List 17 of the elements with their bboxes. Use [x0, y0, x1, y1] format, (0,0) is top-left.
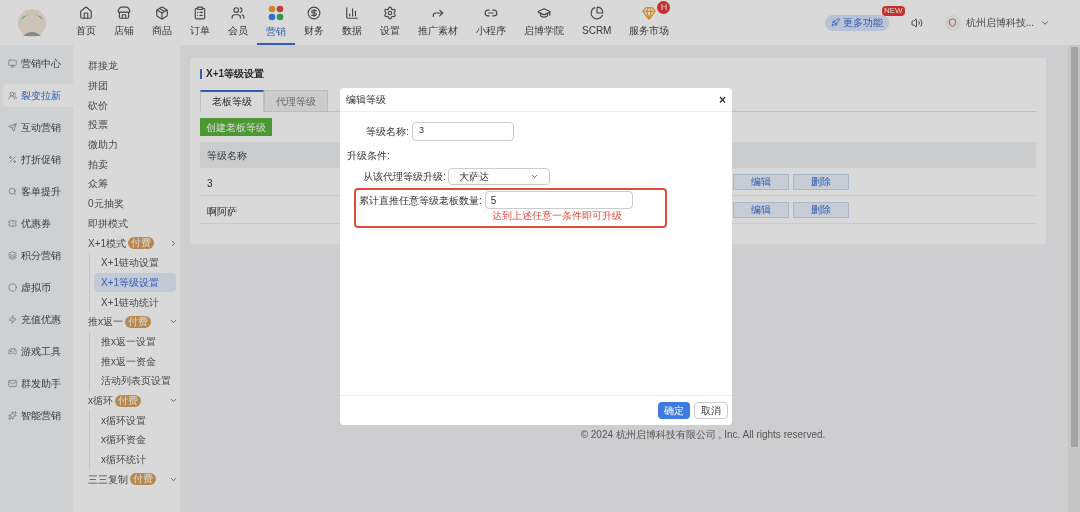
notification-badge: H — [657, 1, 671, 14]
column-header: 等级名称 — [207, 148, 247, 163]
table-cell: 3 — [207, 177, 213, 189]
paid-tag: 付费 — [128, 237, 155, 250]
paid-tag: 付费 — [130, 473, 156, 486]
field-label: 等级名称: — [365, 124, 410, 139]
dialog-title: 编辑等级 — [346, 93, 386, 107]
paid-tag: 付费 — [125, 315, 151, 328]
hint-text: 达到上述任意一条件即可升级 — [492, 210, 622, 222]
field-label: 从该代理等级升级: — [362, 169, 447, 184]
section-label: 升级条件: — [347, 149, 391, 163]
paid-tag: 付费 — [115, 394, 141, 407]
field-label: 累计直推任意等级老板数量: — [359, 193, 483, 208]
table-cell: 啊阿萨 — [207, 205, 237, 217]
new-badge: NEW — [882, 5, 905, 16]
page-title: X+1等级设置 — [206, 67, 265, 81]
copyright-text: © 2024 杭州启博科技有限公司 , Inc. All rights reserved. — [580, 428, 826, 442]
